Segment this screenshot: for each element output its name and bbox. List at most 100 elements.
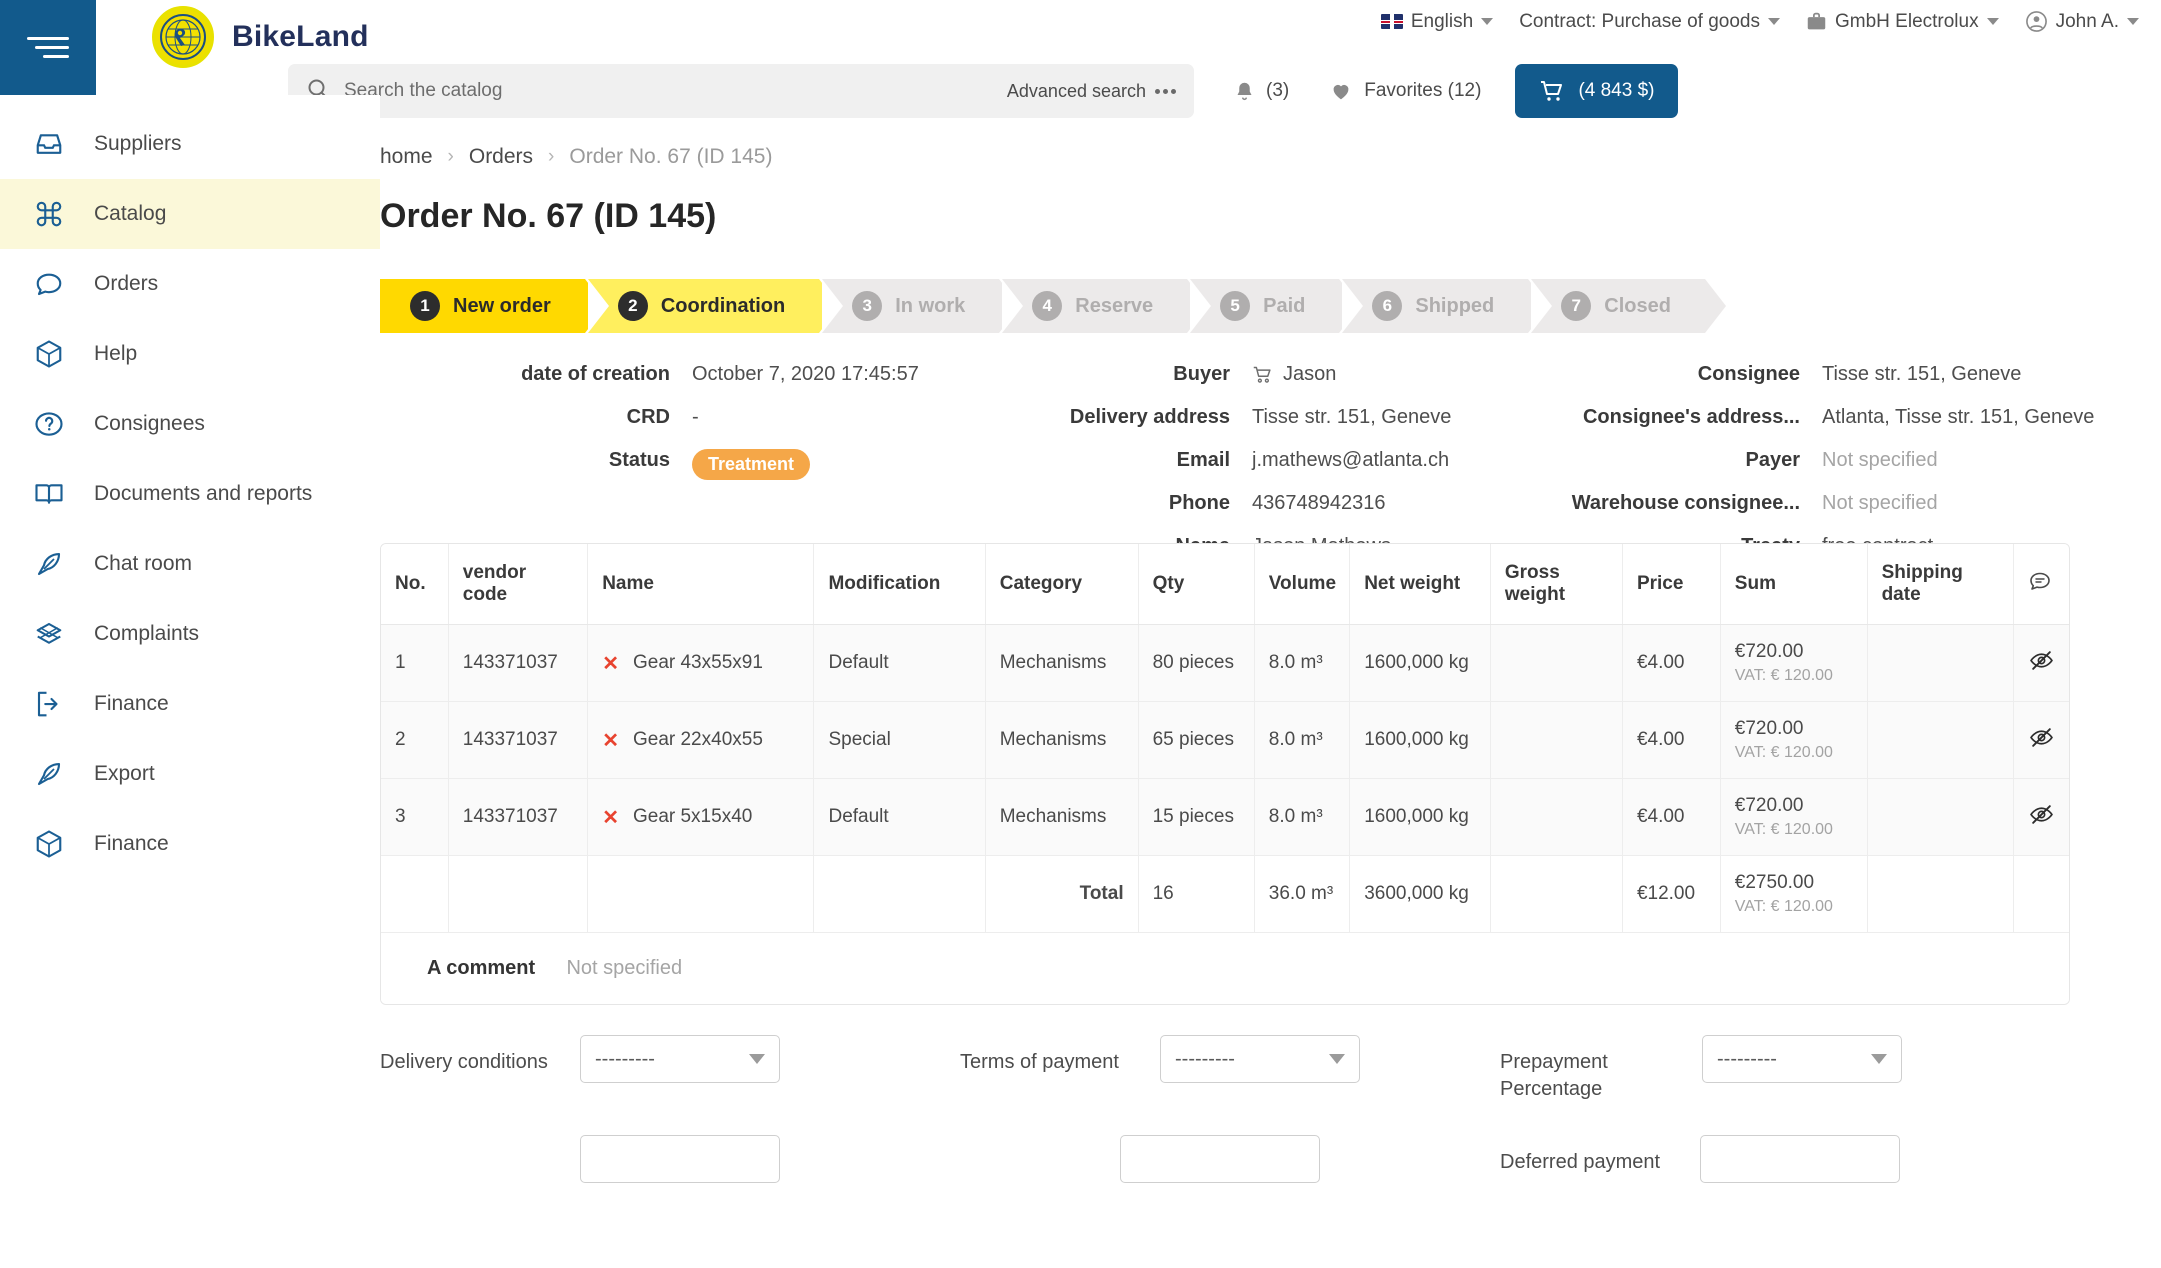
detail-value: Not specified (1822, 449, 1938, 471)
cell-qty: 80 pieces (1138, 624, 1255, 702)
th-vendor-code: vendor code (448, 544, 589, 625)
step-reserve[interactable]: 4 Reserve (1002, 279, 1208, 333)
sidebar-item-finance[interactable]: Finance (0, 669, 380, 739)
cell-gross-weight (1490, 624, 1623, 702)
sidebar-item-orders[interactable]: Orders (0, 249, 380, 319)
inbox-icon (32, 127, 66, 161)
step-number: 6 (1372, 291, 1403, 321)
user-menu[interactable]: John A. (2025, 10, 2139, 33)
sidebar-item-export[interactable]: Export (0, 739, 380, 809)
sidebar-label: Finance (94, 832, 169, 855)
sidebar-label: Complaints (94, 622, 200, 645)
detail-warehouse-consignee: Warehouse consignee... Not specified (1500, 492, 2120, 535)
total-spacer-3 (587, 855, 815, 933)
remove-item-icon[interactable]: ✕ (602, 805, 619, 830)
total-shipping-date (1867, 855, 2015, 933)
step-closed[interactable]: 7 Closed (1531, 279, 1726, 333)
sidebar: Suppliers Catalog Orders Help Consignees… (0, 95, 380, 1268)
terms-of-payment-select[interactable]: --------- (1160, 1035, 1360, 1083)
terms-of-payment-value: --------- (1175, 1047, 1235, 1070)
details-column-general: date of creation October 7, 2020 17:45:5… (380, 363, 960, 492)
delivery-conditions-secondary-select[interactable] (580, 1135, 780, 1183)
detail-label: Buyer (1173, 363, 1230, 385)
prepayment-percentage-select[interactable]: --------- (1702, 1035, 1902, 1083)
hamburger-icon (27, 31, 69, 64)
delivery-conditions-select[interactable]: --------- (580, 1035, 780, 1083)
brand-name: BikeLand (232, 20, 369, 53)
cell-sum: €720.00 VAT: € 120.00 (1720, 701, 1868, 779)
sidebar-item-finance-2[interactable]: Finance (0, 809, 380, 879)
remove-item-icon[interactable]: ✕ (602, 651, 619, 676)
step-in-work[interactable]: 3 In work (822, 279, 1021, 333)
comment-value[interactable]: Not specified (566, 957, 682, 979)
detail-buyer: Buyer Jason (968, 363, 1458, 406)
cell-modification: Default (813, 778, 986, 856)
brand-logo-area[interactable]: BikeLand (152, 6, 369, 68)
sidebar-item-help[interactable]: Help (0, 319, 380, 389)
sidebar-item-chat-room[interactable]: Chat room (0, 529, 380, 599)
company-selector[interactable]: GmbH Electrolux (1806, 11, 1999, 33)
cell-price: €4.00 (1622, 778, 1721, 856)
breadcrumb: home › Orders › Order No. 67 (ID 145) (380, 145, 772, 169)
deferred-payment-label: Deferred payment (1500, 1151, 1661, 1173)
detail-consignee: Consignee Tisse str. 151, Geneve (1500, 363, 2120, 406)
language-selector[interactable]: English (1380, 11, 1494, 33)
sidebar-label: Export (94, 762, 155, 785)
detail-crd: CRD - (380, 406, 960, 449)
detail-value: Jason (1283, 363, 1337, 385)
terms-of-payment-secondary-select[interactable] (1120, 1135, 1320, 1183)
total-sum: €2750.00 VAT: € 120.00 (1720, 855, 1868, 933)
cell-shipping-date (1867, 624, 2015, 702)
field-terms-of-payment: Terms of payment --------- (960, 1035, 1500, 1103)
sidebar-label: Finance (94, 692, 169, 715)
step-paid[interactable]: 5 Paid (1190, 279, 1361, 333)
user-avatar-icon (2025, 11, 2047, 32)
deferred-payment-select[interactable] (1700, 1135, 1900, 1183)
cell-volume: 8.0 m³ (1254, 778, 1351, 856)
breadcrumb-orders[interactable]: Orders (469, 145, 533, 169)
uk-flag-icon (1380, 14, 1403, 29)
th-comment-icon (2013, 544, 2069, 625)
cell-visibility-toggle[interactable] (2013, 778, 2069, 856)
step-coordination[interactable]: 2 Coordination (587, 279, 841, 333)
breadcrumb-home[interactable]: home (380, 145, 433, 169)
sidebar-item-documents-and-reports[interactable]: Documents and reports (0, 459, 380, 529)
detail-value: Treatment (692, 449, 811, 480)
cell-net-weight: 1600,000 kg (1349, 624, 1491, 702)
chevron-down-icon (2127, 18, 2139, 25)
cell-vendor-code: 143371037 (448, 701, 589, 779)
contract-selector[interactable]: Contract: Purchase of goods (1519, 11, 1780, 33)
prepayment-percentage-value: --------- (1717, 1047, 1777, 1070)
table-row[interactable]: 3 143371037 ✕ Gear 5x15x40 Default Mecha… (381, 778, 2069, 856)
cell-no: 2 (381, 701, 449, 779)
cell-category: Mechanisms (985, 624, 1139, 702)
remove-item-icon[interactable]: ✕ (602, 728, 619, 753)
feather-icon (32, 757, 66, 791)
box-icon (32, 827, 66, 861)
sidebar-item-consignees[interactable]: Consignees (0, 389, 380, 459)
menu-toggle-button[interactable] (0, 0, 96, 95)
detail-label: Delivery address (1069, 406, 1230, 428)
sidebar-item-complaints[interactable]: Complaints (0, 599, 380, 669)
sidebar-item-catalog[interactable]: Catalog (0, 179, 380, 249)
table-row[interactable]: 1 143371037 ✕ Gear 43x55x91 Default Mech… (381, 624, 2069, 702)
step-new-order[interactable]: 1 New order (380, 279, 606, 333)
step-label: Shipped (1415, 294, 1495, 317)
contract-label: Contract: Purchase of goods (1519, 10, 1760, 32)
total-price: €12.00 (1622, 855, 1721, 933)
question-circle-icon (32, 407, 66, 441)
user-label: John A. (2055, 10, 2119, 32)
breadcrumb-current: Order No. 67 (ID 145) (569, 145, 773, 168)
item-name: Gear 43x55x91 (632, 652, 763, 673)
cell-visibility-toggle[interactable] (2013, 624, 2069, 702)
item-name: Gear 22x40x55 (632, 729, 763, 750)
briefcase-icon (1807, 12, 1826, 30)
sidebar-item-suppliers[interactable]: Suppliers (0, 109, 380, 179)
order-conditions-form: Delivery conditions --------- Terms of p… (380, 1035, 2161, 1103)
table-row[interactable]: 2 143371037 ✕ Gear 22x40x55 Special Mech… (381, 701, 2069, 779)
step-shipped[interactable]: 6 Shipped (1342, 279, 1550, 333)
cell-visibility-toggle[interactable] (2013, 701, 2069, 779)
detail-value: Not specified (1822, 492, 1938, 514)
sum-value: €720.00 (1734, 795, 1804, 816)
step-number: 7 (1561, 291, 1592, 321)
